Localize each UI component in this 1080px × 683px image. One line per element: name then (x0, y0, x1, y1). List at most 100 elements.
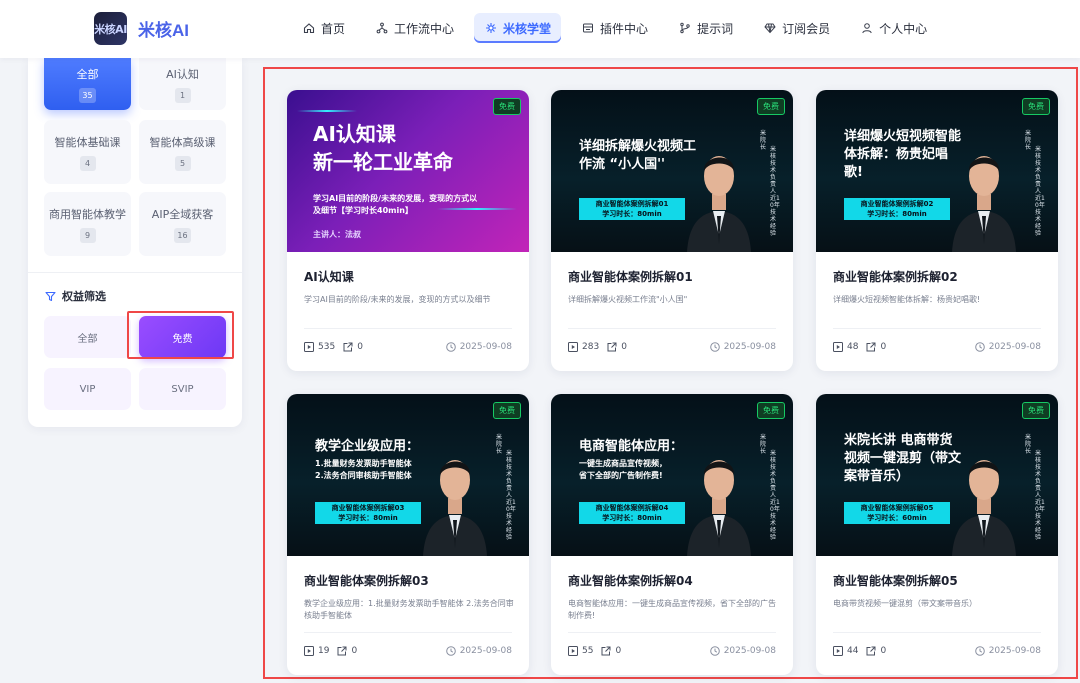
free-tag: 免费 (1022, 98, 1050, 115)
course-date: 2025-09-08 (445, 646, 512, 656)
course-card[interactable]: 米院长讲 电商带货视频一键混剪（带文案带音乐） 商业智能体案例拆解05 学习时长… (816, 394, 1058, 675)
speaker-photo (423, 460, 487, 556)
course-stats: 19 0 (304, 646, 365, 656)
nav-prompt[interactable]: 提示词 (668, 13, 743, 43)
category-count: 1 (174, 87, 191, 103)
free-tag: 免费 (757, 98, 785, 115)
nav-subscribe[interactable]: 订阅会员 (753, 13, 840, 43)
share-icon (343, 342, 353, 352)
play-icon (833, 646, 843, 656)
category-all[interactable]: 全部 35 (44, 58, 131, 110)
course-card[interactable]: 详细拆解爆火视频工作流 “小人国'' 商业智能体案例拆解01 学习时长：80mi… (551, 90, 793, 371)
course-stats: 283 0 (568, 342, 635, 352)
thumb-side-name: 米院长 (760, 434, 767, 455)
thumb-subtitle: 学习AI目前的阶段/未来的发展，变现的方式以及细节【学习时长40min】 (313, 194, 478, 215)
nav-plugin[interactable]: 插件中心 (571, 13, 658, 43)
course-card[interactable]: 教学企业级应用： 1.批量财务发票助手智能体 2.法务合同审核助手智能体 商业智… (287, 394, 529, 675)
speaker-photo (952, 460, 1016, 556)
category-agent-basic[interactable]: 智能体基础课 4 (44, 120, 131, 184)
course-date: 2025-09-08 (445, 342, 512, 352)
course-card[interactable]: AI认知课 新一轮工业革命 学习AI目前的阶段/未来的发展，变现的方式以及细节【… (287, 90, 529, 371)
course-title[interactable]: 商业智能体案例拆解02 (833, 268, 958, 285)
card-divider (833, 632, 1041, 633)
speaker-photo (952, 156, 1016, 252)
course-title[interactable]: AI认知课 (304, 268, 354, 285)
brand-name[interactable]: 米核AI (138, 16, 189, 41)
category-label: AIP全域获客 (151, 207, 214, 221)
share-icon (866, 342, 876, 352)
play-icon (304, 342, 314, 352)
clock-icon (974, 646, 985, 656)
nav-home[interactable]: 首页 (292, 13, 355, 43)
nav-label: 米核学堂 (503, 21, 552, 36)
category-label: 智能体高级课 (149, 135, 216, 149)
share-count: 0 (621, 342, 627, 352)
play-icon (304, 646, 314, 656)
category-label: 商用智能体教学 (49, 207, 126, 221)
share-icon (337, 646, 347, 656)
nav-workflow[interactable]: 工作流中心 (365, 13, 464, 43)
thumb-side-note: 米核技术负责人近10年技术经验 (770, 146, 780, 237)
thumb-side-name: 米院长 (1025, 130, 1032, 151)
clock-icon (445, 646, 456, 656)
view-count: 55 (582, 646, 594, 656)
workflow-icon (375, 21, 389, 35)
nav-label: 首页 (321, 21, 346, 36)
nav-profile[interactable]: 个人中心 (850, 13, 937, 43)
nav-label: 订阅会员 (782, 21, 831, 36)
course-date: 2025-09-08 (709, 646, 776, 656)
nav-label: 工作流中心 (394, 21, 455, 36)
highlight-outline-free (127, 311, 234, 359)
prompt-icon (678, 21, 692, 35)
course-title[interactable]: 商业智能体案例拆解03 (304, 572, 429, 589)
category-label: 全部 (76, 67, 99, 81)
card-divider (568, 328, 776, 329)
logo-text: 米核AI (94, 22, 127, 36)
course-description: 电商带货视频一键混剪（带文案带音乐） (833, 599, 977, 608)
thumb-lesson-box: 商业智能体案例拆解03 学习时长：80min (315, 502, 421, 524)
academy-icon (484, 21, 498, 35)
play-icon (568, 646, 578, 656)
course-card[interactable]: 详细爆火短视频智能体拆解：杨贵妃唱歌! 商业智能体案例拆解02 学习时长：80m… (816, 90, 1058, 371)
course-title[interactable]: 商业智能体案例拆解04 (568, 572, 693, 589)
date-text: 2025-09-08 (723, 342, 776, 352)
thumb-side-name: 米院长 (760, 130, 767, 151)
nav-label: 提示词 (697, 21, 734, 36)
thumb-speaker: 主讲人：法叔 (313, 230, 361, 239)
logo[interactable]: 米核AI (94, 12, 127, 45)
view-count: 19 (318, 646, 330, 656)
category-count: 4 (79, 155, 96, 171)
category-ai-cognition[interactable]: AI认知 1 (139, 58, 226, 110)
filter-title-label: 权益筛选 (62, 290, 106, 303)
date-text: 2025-09-08 (988, 646, 1041, 656)
benefit-vip[interactable]: VIP (44, 368, 131, 410)
share-count: 0 (880, 646, 887, 656)
nav-academy[interactable]: 米核学堂 (474, 13, 562, 43)
category-count: 9 (79, 227, 96, 243)
category-agent-advanced[interactable]: 智能体高级课 5 (139, 120, 226, 184)
play-icon (568, 342, 578, 352)
course-date: 2025-09-08 (709, 342, 776, 352)
thumb-side-note: 米核技术负责人近10年技术经验 (506, 450, 516, 541)
course-thumbnail: 米院长讲 电商带货视频一键混剪（带文案带音乐） 商业智能体案例拆解05 学习时长… (816, 394, 1058, 556)
category-commercial-agent[interactable]: 商用智能体教学 9 (44, 192, 131, 256)
thumb-side-name: 米院长 (496, 434, 503, 455)
category-aip-acquisition[interactable]: AIP全域获客 16 (139, 192, 226, 256)
course-title[interactable]: 商业智能体案例拆解01 (568, 268, 693, 285)
home-icon (302, 21, 316, 35)
top-header: 米核AI 米核AI 首页 工作流中心 米核学堂 插件中心 提示词 订阅会员 个人… (0, 0, 1080, 58)
benefit-all[interactable]: 全部 (44, 316, 131, 358)
thumb-side-note: 米核技术负责人近10年技术经验 (770, 450, 780, 541)
course-thumbnail: 详细爆火短视频智能体拆解：杨贵妃唱歌! 商业智能体案例拆解02 学习时长：80m… (816, 90, 1058, 252)
thumb-side-name: 米院长 (1025, 434, 1032, 455)
free-tag: 免费 (493, 402, 521, 419)
benefit-svip[interactable]: SVIP (139, 368, 226, 410)
course-title[interactable]: 商业智能体案例拆解05 (833, 572, 958, 589)
sidebar-divider (28, 272, 242, 273)
course-card[interactable]: 电商智能体应用： 一键生成商品宣传视频， 省下全部的广告制作费! 商业智能体案例… (551, 394, 793, 675)
glow-line (297, 110, 357, 112)
course-description: 电商智能体应用：一键生成商品宣传视频，省下全部的广告制作费! (568, 599, 776, 620)
nav-label: 个人中心 (879, 21, 928, 36)
course-stats: 55 0 (568, 646, 629, 656)
share-icon (607, 342, 617, 352)
